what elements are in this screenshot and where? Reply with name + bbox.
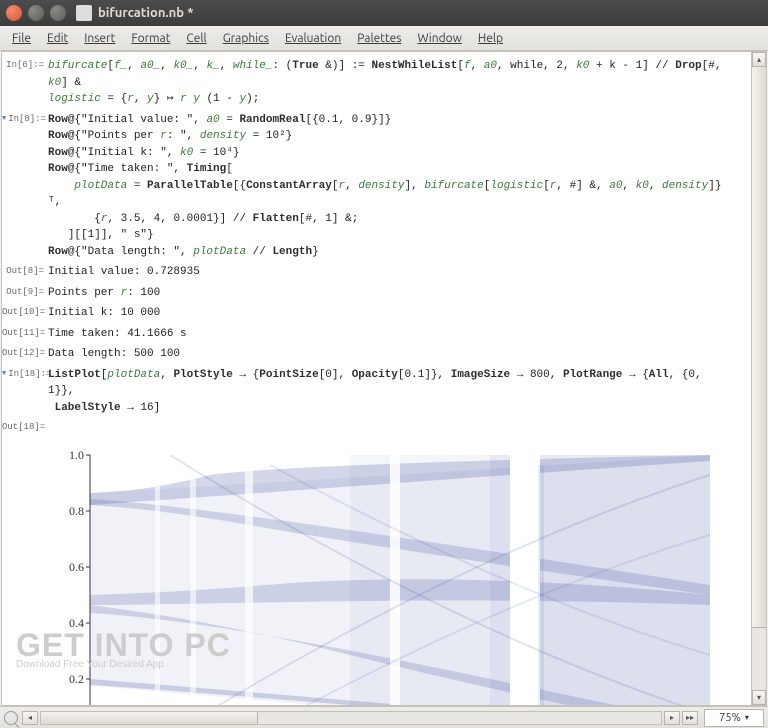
cell-body[interactable]: Points per r: 100	[48, 285, 752, 302]
close-icon[interactable]	[6, 5, 22, 21]
menu-evaluation[interactable]: Evaluation	[277, 29, 349, 48]
minimize-icon[interactable]	[28, 5, 44, 21]
maximize-icon[interactable]	[50, 5, 66, 21]
bifurcation-plot: 1.0 0.8 0.6 0.4 0.2 3.6 3.7 3.8 3.9 4.0	[52, 449, 766, 707]
cell-label: Out[12]=	[2, 346, 48, 363]
menu-cell[interactable]: Cell	[178, 29, 214, 48]
cell-label: Out[10]=	[2, 305, 48, 322]
cell-body[interactable]: bifurcate[f_, a0_, k0_, k_, while_: (Tru…	[48, 58, 752, 108]
titlebar: bifurcation.nb *	[0, 0, 768, 26]
cell-label: In[6]:=	[2, 58, 48, 108]
search-icon[interactable]	[4, 711, 18, 725]
menu-palettes[interactable]: Palettes	[349, 29, 409, 48]
output-cell[interactable]: Out[9]=Points per r: 100	[2, 285, 762, 302]
svg-text:1.0: 1.0	[69, 449, 84, 462]
svg-text:0.2: 0.2	[69, 672, 84, 686]
scroll-end-icon[interactable]: ▸▸	[682, 711, 698, 725]
statusbar: ◂ ▸ ▸▸ 75%▾	[0, 706, 768, 728]
cell-label: Out[9]=	[2, 285, 48, 302]
cell-label: Out[18]=	[2, 420, 48, 435]
input-cell[interactable]: ▼In[8]:=Row@{"Initial value: ", a0 = Ran…	[2, 112, 762, 261]
scroll-right-icon[interactable]: ▸	[664, 711, 680, 725]
cell-body[interactable]	[48, 420, 752, 435]
menu-graphics[interactable]: Graphics	[215, 29, 277, 48]
vertical-scrollbar[interactable]: ▴ ▾	[751, 52, 766, 705]
menu-file[interactable]: File	[4, 29, 39, 48]
scroll-track[interactable]	[752, 67, 766, 690]
scroll-track-h[interactable]	[40, 711, 662, 725]
menu-help[interactable]: Help	[470, 29, 511, 48]
cell-label: ▼In[8]:=	[2, 112, 48, 261]
cell-body[interactable]: Time taken: 41.1666 s	[48, 326, 752, 343]
cell-body[interactable]: Initial value: 0.728935	[48, 264, 752, 281]
menu-format[interactable]: Format	[123, 29, 178, 48]
cell-body[interactable]: Row@{"Initial value: ", a0 = RandomReal[…	[48, 112, 752, 261]
cell-body[interactable]: ListPlot[plotData, PlotStyle → {PointSiz…	[48, 367, 752, 417]
output-cell[interactable]: Out[10]=Initial k: 10 000	[2, 305, 762, 322]
cell-body[interactable]: Data length: 500 100	[48, 346, 752, 363]
cell-body[interactable]: Initial k: 10 000	[48, 305, 752, 322]
notebook-content[interactable]: In[6]:=bifurcate[f_, a0_, k0_, k_, while…	[1, 51, 767, 706]
output-cell[interactable]: Out[18]=	[2, 420, 762, 435]
input-cell[interactable]: In[6]:=bifurcate[f_, a0_, k0_, k_, while…	[2, 58, 762, 108]
svg-text:0.4: 0.4	[69, 616, 84, 630]
scroll-up-icon[interactable]: ▴	[752, 52, 766, 67]
scroll-thumb[interactable]	[752, 67, 766, 628]
menu-edit[interactable]: Edit	[39, 29, 76, 48]
document-icon	[76, 5, 92, 21]
input-cell[interactable]: ▼In[18]:=ListPlot[plotData, PlotStyle → …	[2, 367, 762, 417]
output-cell[interactable]: Out[8]=Initial value: 0.728935	[2, 264, 762, 281]
menu-window[interactable]: Window	[409, 29, 469, 48]
menubar: File Edit Insert Format Cell Graphics Ev…	[0, 26, 768, 51]
svg-text:0.6: 0.6	[69, 560, 84, 574]
output-cell[interactable]: Out[11]=Time taken: 41.1666 s	[2, 326, 762, 343]
cell-label: Out[8]=	[2, 264, 48, 281]
horizontal-scrollbar[interactable]: ◂ ▸ ▸▸	[22, 711, 698, 725]
menu-insert[interactable]: Insert	[76, 29, 123, 48]
window-title: bifurcation.nb *	[98, 6, 194, 20]
cell-label: ▼In[18]:=	[2, 367, 48, 417]
scroll-left-icon[interactable]: ◂	[22, 711, 38, 725]
svg-text:0.8: 0.8	[69, 504, 84, 518]
cell-label: Out[11]=	[2, 326, 48, 343]
scroll-down-icon[interactable]: ▾	[752, 690, 766, 705]
scroll-thumb-h[interactable]	[41, 712, 258, 724]
zoom-level[interactable]: 75%▾	[704, 709, 764, 727]
output-cell[interactable]: Out[12]=Data length: 500 100	[2, 346, 762, 363]
